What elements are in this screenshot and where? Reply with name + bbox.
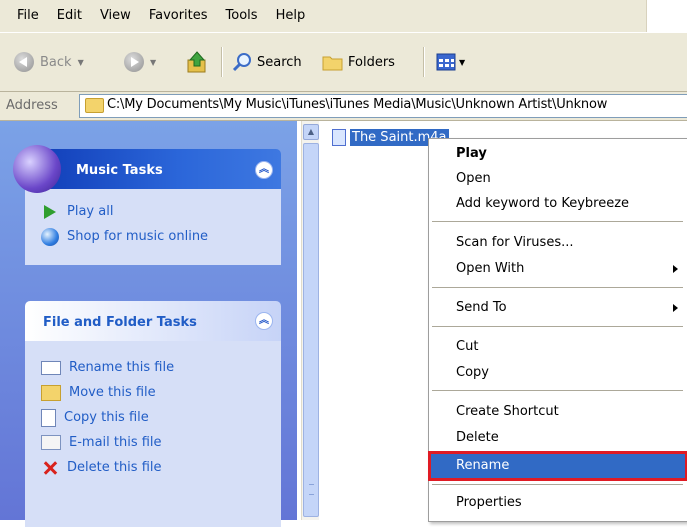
shop-music-link[interactable]: Shop for music online [41,224,281,249]
file-folder-tasks-panel: File and Folder Tasks ︽ Rename this file… [25,301,281,527]
menu-item-play[interactable]: Play [430,142,686,166]
views-button[interactable]: ▼ [436,45,465,79]
menu-item-copy[interactable]: Copy [430,361,686,385]
collapse-chevron-icon[interactable]: ︽ [255,161,273,179]
folders-button[interactable]: Folders [322,45,395,79]
collapse-chevron-icon[interactable]: ︽ [255,312,273,330]
forward-dropdown-icon[interactable]: ▼ [150,58,156,67]
context-menu: Play Open Add keyword to Keybreeze Scan … [428,138,687,522]
forward-arrow-icon [124,52,144,72]
play-all-link[interactable]: Play all [41,199,281,224]
back-arrow-icon [14,52,34,72]
menu-item-label: Send To [456,300,507,315]
submenu-arrow-icon [673,304,678,312]
menu-view[interactable]: View [91,0,140,32]
music-tasks-panel: Music Tasks ︽ Play all Shop for music on… [13,139,281,265]
menu-separator [432,287,683,288]
menu-item-scan-viruses[interactable]: Scan for Viruses... [430,231,686,255]
search-button[interactable]: Search [231,45,302,79]
menu-bar: File Edit View Favorites Tools Help [0,0,687,33]
grip-icon [309,484,314,495]
delete-x-icon [41,459,59,477]
menu-item-create-shortcut[interactable]: Create Shortcut [430,400,686,424]
task-label: Delete this file [67,460,162,475]
menu-edit[interactable]: Edit [48,0,91,32]
address-label: Address [6,98,58,113]
folders-icon [322,56,343,71]
back-button[interactable]: Back ▼ [14,45,84,79]
submenu-arrow-icon [673,265,678,273]
menu-item-add-keyword[interactable]: Add keyword to Keybreeze [430,192,686,216]
menu-file[interactable]: File [0,0,48,32]
address-path: C:\My Documents\My Music\iTunes\iTunes M… [107,97,608,112]
address-input[interactable]: C:\My Documents\My Music\iTunes\iTunes M… [79,94,687,118]
menu-item-label: Open With [456,261,525,276]
music-file-icon [332,128,346,146]
rename-icon [41,360,61,375]
toolbar-separator [423,47,425,77]
scroll-up-icon[interactable]: ▲ [303,124,319,140]
task-label: Rename this file [69,360,175,375]
menu-separator [432,326,683,327]
task-label: Move this file [69,385,156,400]
task-label: Copy this file [64,410,149,425]
toolbar-separator [221,47,223,77]
menu-item-cut[interactable]: Cut [430,335,686,359]
task-label: Shop for music online [67,229,209,244]
delete-file-link[interactable]: Delete this file [41,455,281,480]
file-tasks-header[interactable]: File and Folder Tasks ︽ [25,301,281,341]
address-bar: Address C:\My Documents\My Music\iTunes\… [0,92,687,121]
windows-logo [646,0,687,32]
music-tasks-title: Music Tasks [76,163,163,178]
search-label: Search [257,54,302,70]
menu-item-send-to[interactable]: Send To [430,296,686,320]
task-pane: Music Tasks ︽ Play all Shop for music on… [0,121,297,527]
views-dropdown-icon[interactable]: ▼ [459,58,465,67]
menu-separator [432,390,683,391]
back-dropdown-icon[interactable]: ▼ [78,58,84,67]
up-folder-button[interactable] [187,45,207,79]
views-icon [436,53,456,71]
menu-item-open[interactable]: Open [430,167,686,191]
up-folder-icon [187,51,206,73]
email-file-link[interactable]: E-mail this file [41,430,281,455]
copy-file-link[interactable]: Copy this file [41,405,281,430]
menu-separator [432,221,683,222]
back-label: Back [40,54,72,70]
menu-favorites[interactable]: Favorites [140,0,217,32]
folders-label: Folders [348,54,395,70]
music-tasks-header[interactable]: Music Tasks ︽ [13,145,281,193]
folder-icon [85,98,104,113]
vertical-scrollbar[interactable]: ▲ [301,121,319,520]
scroll-thumb[interactable] [303,143,319,517]
email-icon [41,435,61,450]
menu-item-properties[interactable]: Properties [430,491,686,515]
rename-file-link[interactable]: Rename this file [41,355,281,380]
menu-separator [432,484,683,485]
file-tasks-body: Rename this file Move this file Copy thi… [25,341,281,527]
file-tasks-title: File and Folder Tasks [43,315,197,330]
music-tasks-body: Play all Shop for music online [25,189,281,265]
menu-item-open-with[interactable]: Open With [430,257,686,281]
menu-item-rename[interactable]: Rename [428,451,687,481]
globe-icon [41,227,59,246]
menu-item-delete[interactable]: Delete [430,426,686,450]
menu-tools[interactable]: Tools [217,0,267,32]
move-icon [41,384,61,401]
search-icon [232,53,251,72]
toolbar: Back ▼ ▼ Search Folders ▼ [0,33,687,92]
forward-button[interactable]: ▼ [124,45,156,79]
play-icon [41,203,59,221]
move-file-link[interactable]: Move this file [41,380,281,405]
copy-icon [41,408,56,427]
task-label: Play all [67,204,114,219]
menu-help[interactable]: Help [267,0,315,32]
task-label: E-mail this file [69,435,162,450]
music-note-icon [13,145,61,193]
